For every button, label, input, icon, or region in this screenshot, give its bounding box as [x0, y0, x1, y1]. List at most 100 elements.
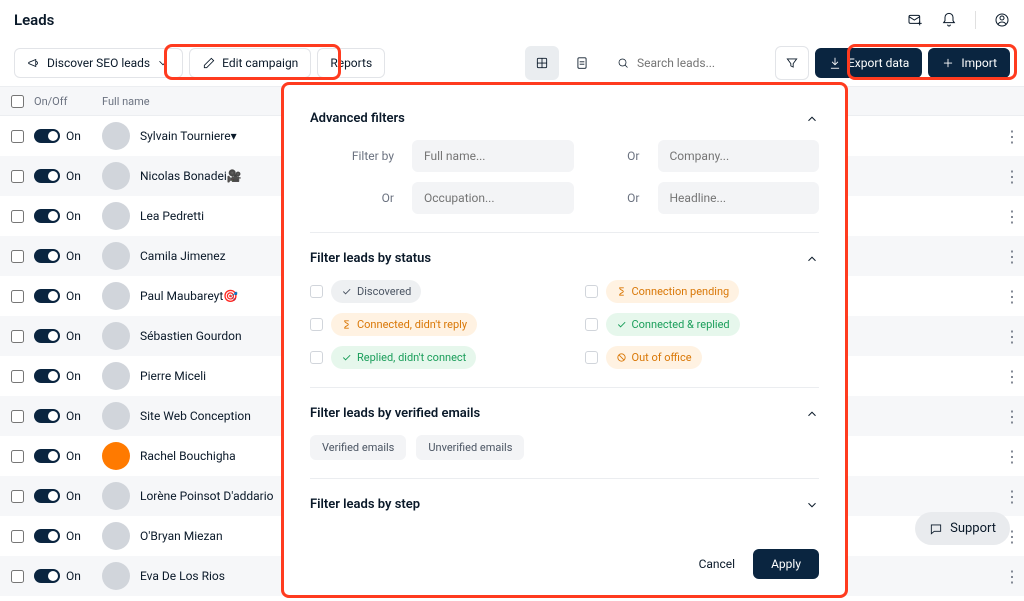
verified-emails-chip[interactable]: Verified emails [310, 435, 406, 460]
fullname-filter-input[interactable] [412, 140, 574, 172]
discover-leads-dropdown[interactable]: Discover SEO leads [14, 48, 183, 78]
search-leads[interactable] [605, 46, 769, 80]
toggle-onoff[interactable]: On [34, 409, 96, 423]
toggle-onoff[interactable]: On [34, 129, 96, 143]
on-label: On [66, 449, 81, 463]
toggle-onoff[interactable]: On [34, 569, 96, 583]
row-menu-button[interactable]: ⋮ [1000, 287, 1024, 306]
row-menu-button[interactable]: ⋮ [1000, 447, 1024, 466]
lead-name: Nicolas Bonadei [140, 169, 227, 183]
status-noconnect-checkbox[interactable] [310, 351, 323, 364]
toggle-onoff[interactable]: On [34, 449, 96, 463]
status-pending-checkbox[interactable] [585, 285, 598, 298]
row-menu-button[interactable]: ⋮ [1000, 367, 1024, 386]
apply-button[interactable]: Apply [753, 549, 819, 579]
avatar [102, 482, 130, 510]
pill-discovered: Discovered [331, 280, 421, 303]
or-label: Or [586, 149, 646, 163]
toggle-onoff[interactable]: On [34, 209, 96, 223]
status-discovered-checkbox[interactable] [310, 285, 323, 298]
on-label: On [66, 289, 81, 303]
row-menu-button[interactable]: ⋮ [1000, 207, 1024, 226]
row-checkbox[interactable] [11, 290, 24, 303]
headline-filter-input[interactable] [658, 182, 820, 214]
hourglass-icon [341, 319, 352, 330]
mail-icon[interactable] [907, 12, 923, 28]
user-icon[interactable] [994, 12, 1010, 28]
lead-name: Sébastien Gourdon [140, 329, 242, 343]
row-menu-button[interactable]: ⋮ [1000, 127, 1024, 146]
on-label: On [66, 209, 81, 223]
lead-name: Lea Pedretti [140, 209, 204, 223]
on-label: On [66, 169, 81, 183]
row-checkbox[interactable] [11, 130, 24, 143]
row-checkbox[interactable] [11, 170, 24, 183]
chevron-down-icon [156, 56, 170, 70]
check-icon [341, 286, 352, 297]
search-input[interactable] [637, 56, 757, 70]
csv-button[interactable] [565, 46, 599, 80]
row-checkbox[interactable] [11, 370, 24, 383]
pill-connected-noreply: Connected, didn't reply [331, 313, 477, 336]
select-all-checkbox[interactable] [11, 95, 24, 108]
company-filter-input[interactable] [658, 140, 820, 172]
row-checkbox[interactable] [11, 210, 24, 223]
row-menu-button[interactable]: ⋮ [1000, 247, 1024, 266]
unverified-emails-chip[interactable]: Unverified emails [416, 435, 524, 460]
lead-name: O'Bryan Miezan [140, 529, 223, 543]
plus-icon [941, 56, 955, 70]
row-checkbox[interactable] [11, 250, 24, 263]
chevron-down-icon[interactable] [805, 498, 819, 512]
avatar [102, 322, 130, 350]
avatar [102, 522, 130, 550]
row-menu-button[interactable]: ⋮ [1000, 567, 1024, 586]
status-noreply-checkbox[interactable] [310, 318, 323, 331]
hourglass-icon [616, 286, 627, 297]
support-label: Support [950, 521, 996, 536]
edit-campaign-button[interactable]: Edit campaign [189, 48, 311, 78]
avatar [102, 282, 130, 310]
toggle-onoff[interactable]: On [34, 489, 96, 503]
lead-name: Site Web Conception [140, 409, 251, 423]
status-ooo-checkbox[interactable] [585, 351, 598, 364]
chevron-up-icon[interactable] [805, 407, 819, 421]
pill-connection-pending: Connection pending [606, 280, 740, 303]
toggle-onoff[interactable]: On [34, 169, 96, 183]
row-menu-button[interactable]: ⋮ [1000, 327, 1024, 346]
row-menu-button[interactable]: ⋮ [1000, 167, 1024, 186]
chevron-up-icon[interactable] [805, 252, 819, 266]
or-label-2: Or [310, 191, 400, 205]
edit-icon [202, 56, 216, 70]
row-checkbox[interactable] [11, 410, 24, 423]
row-checkbox[interactable] [11, 450, 24, 463]
filter-button[interactable] [775, 46, 809, 80]
toggle-onoff[interactable]: On [34, 529, 96, 543]
row-checkbox[interactable] [11, 570, 24, 583]
block-icon [616, 352, 627, 363]
export-data-button[interactable]: Export data [815, 48, 922, 78]
bell-icon[interactable] [941, 12, 957, 28]
toggle-onoff[interactable]: On [34, 369, 96, 383]
row-menu-button[interactable]: ⋮ [1000, 487, 1024, 506]
row-checkbox[interactable] [11, 530, 24, 543]
avatar [102, 242, 130, 270]
lead-name: Pierre Miceli [140, 369, 206, 383]
row-checkbox[interactable] [11, 330, 24, 343]
row-menu-button[interactable]: ⋮ [1000, 407, 1024, 426]
on-label: On [66, 529, 81, 543]
toggle-onoff[interactable]: On [34, 329, 96, 343]
toggle-onoff[interactable]: On [34, 289, 96, 303]
reports-button[interactable]: Reports [317, 48, 385, 78]
reports-label: Reports [330, 56, 372, 70]
import-button[interactable]: Import [928, 48, 1010, 78]
toggle-onoff[interactable]: On [34, 249, 96, 263]
columns-button[interactable] [525, 46, 559, 80]
avatar [102, 162, 130, 190]
row-checkbox[interactable] [11, 490, 24, 503]
support-button[interactable]: Support [915, 512, 1010, 545]
chevron-up-icon[interactable] [805, 112, 819, 126]
status-replied-checkbox[interactable] [585, 318, 598, 331]
occupation-filter-input[interactable] [412, 182, 574, 214]
cancel-button[interactable]: Cancel [699, 557, 736, 571]
avatar [102, 122, 130, 150]
